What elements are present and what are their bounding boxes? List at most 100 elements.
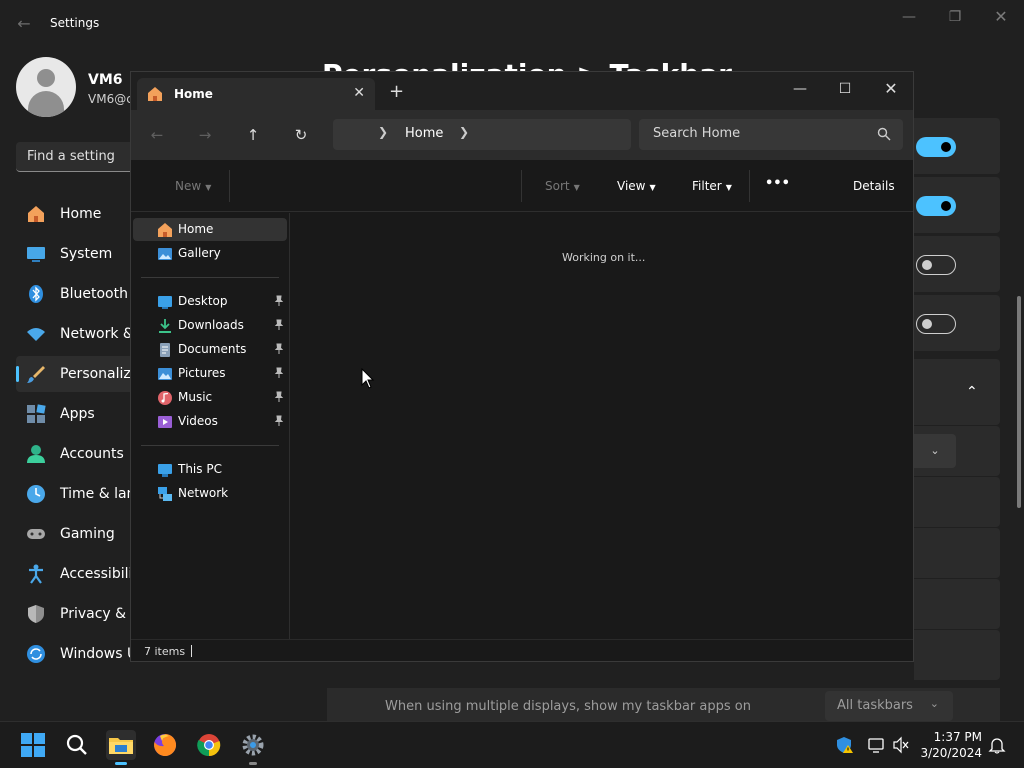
pin-icon[interactable] [273, 343, 285, 355]
nav-item-apps[interactable]: Apps [16, 396, 136, 432]
chevron-down-icon: ▼ [725, 183, 732, 192]
file-list-area[interactable]: Working on it... [290, 213, 913, 639]
divider [229, 170, 230, 202]
back-arrow-icon[interactable]: ← [14, 14, 34, 34]
sidebar-item-desktop[interactable]: Desktop [133, 290, 287, 313]
nav-item-windows-update[interactable]: Windows U [16, 636, 137, 672]
new-tab-button[interactable]: + [389, 83, 404, 101]
settings-minimize-button[interactable]: — [887, 6, 931, 28]
explorer-close-button[interactable]: ✕ [868, 74, 914, 104]
nav-item-personalization[interactable]: Personaliza [16, 356, 140, 392]
nav-item-network[interactable]: Network & [16, 316, 136, 352]
loading-message: Working on it... [562, 251, 646, 264]
desktop-icon [158, 296, 172, 309]
taskbar-settings[interactable] [238, 730, 268, 765]
details-button[interactable]: Details [853, 179, 895, 193]
nav-item-home[interactable]: Home [16, 196, 136, 232]
sidebar-item-downloads[interactable]: Downloads [133, 314, 287, 337]
nav-item-privacy[interactable]: Privacy & se [16, 596, 146, 632]
nav-item-time-language[interactable]: Time & lang [16, 476, 144, 512]
taskbar-search-button[interactable] [62, 730, 92, 760]
gamepad-icon [27, 529, 45, 539]
sidebar-item-documents[interactable]: Documents [133, 338, 287, 361]
address-bar-row: ← → ↑ ↻ ❯ Home ❯ Search Home [131, 110, 913, 160]
find-setting-input[interactable]: Find a setting [16, 142, 136, 172]
explorer-tabbar: Home ✕ + — ☐ ✕ [131, 72, 913, 110]
breadcrumb[interactable]: ❯ Home ❯ [333, 119, 631, 150]
search-icon [877, 127, 891, 141]
toggle-switch[interactable] [916, 137, 956, 157]
chevron-down-icon: ⌄ [929, 697, 939, 710]
sort-button[interactable]: Sort ▼ [545, 179, 580, 193]
toggle-switch[interactable] [916, 255, 956, 275]
avatar[interactable] [16, 57, 76, 117]
taskbar-chrome[interactable] [194, 730, 224, 760]
status-separator [191, 645, 192, 657]
chevron-down-icon: ▼ [205, 183, 212, 192]
toggle-switch[interactable] [916, 314, 956, 334]
toggle-switch[interactable] [916, 196, 956, 216]
sidebar-item-label: Gallery [178, 246, 221, 260]
pin-icon[interactable] [273, 319, 285, 331]
nav-label: Personaliza [60, 366, 140, 382]
explorer-minimize-button[interactable]: — [777, 74, 823, 104]
chevron-right-icon[interactable]: ❯ [459, 125, 469, 139]
taskbar-file-explorer[interactable] [106, 730, 136, 765]
pin-icon[interactable] [273, 367, 285, 379]
nav-item-accessibility[interactable]: Accessibility [16, 556, 146, 592]
new-label: New [175, 179, 202, 193]
file-explorer-window: Home ✕ + — ☐ ✕ ← → ↑ ↻ ❯ Home ❯ Search H… [130, 71, 914, 662]
nav-item-bluetooth[interactable]: Bluetooth & [16, 276, 143, 312]
notification-bell-icon[interactable] [988, 736, 1006, 754]
nav-label: Home [60, 206, 102, 222]
divider [521, 170, 522, 202]
settings-close-button[interactable]: ✕ [979, 6, 1023, 28]
up-arrow-icon[interactable]: ↑ [243, 125, 263, 145]
selected-indicator [16, 366, 19, 382]
refresh-icon[interactable]: ↻ [291, 125, 311, 145]
pin-icon[interactable] [273, 295, 285, 307]
taskbar-firefox[interactable] [150, 730, 180, 760]
divider [141, 277, 279, 278]
apps-icon [27, 404, 46, 423]
filter-button[interactable]: Filter ▼ [692, 179, 732, 193]
chevron-up-icon[interactable]: ⌃ [966, 384, 978, 400]
sidebar-item-videos[interactable]: Videos [133, 410, 287, 433]
settings-scrollbar[interactable] [1017, 296, 1021, 508]
sidebar-item-this-pc[interactable]: This PC [133, 458, 287, 481]
sidebar-item-music[interactable]: Music [133, 386, 287, 409]
wifi-icon [27, 328, 45, 341]
forward-arrow-icon[interactable]: → [195, 125, 215, 145]
more-options-icon[interactable]: ••• [765, 176, 790, 191]
sidebar-item-home[interactable]: Home [133, 218, 287, 241]
nav-item-accounts[interactable]: Accounts [16, 436, 136, 472]
sidebar-item-pictures[interactable]: Pictures [133, 362, 287, 385]
explorer-maximize-button[interactable]: ☐ [822, 74, 868, 104]
sidebar-item-network[interactable]: Network [133, 482, 287, 505]
nav-item-gaming[interactable]: Gaming [16, 516, 136, 552]
view-label: View [617, 179, 646, 193]
security-warning-icon[interactable] [836, 736, 854, 754]
pin-icon[interactable] [273, 391, 285, 403]
nav-item-system[interactable]: System [16, 236, 136, 272]
network-status-icon[interactable] [868, 736, 886, 754]
back-arrow-icon[interactable]: ← [147, 125, 167, 145]
view-button[interactable]: View ▼ [617, 179, 656, 193]
sidebar-item-label: Documents [178, 342, 247, 356]
start-button[interactable] [18, 730, 48, 760]
settings-restore-button[interactable]: ❐ [933, 6, 977, 28]
sidebar-item-label: Downloads [178, 318, 244, 332]
sidebar-item-gallery[interactable]: Gallery [133, 242, 287, 265]
pin-icon[interactable] [273, 415, 285, 427]
chevron-down-icon[interactable]: ⌄ [914, 434, 956, 468]
new-button[interactable]: New ▼ [175, 179, 211, 193]
volume-muted-icon[interactable] [892, 736, 910, 754]
chevron-right-icon[interactable]: ❯ [378, 125, 388, 139]
multi-display-dropdown[interactable]: All taskbars ⌄ [825, 691, 953, 721]
sidebar-item-label: Desktop [178, 294, 228, 308]
tab-home[interactable]: Home ✕ [137, 78, 375, 110]
breadcrumb-item[interactable]: Home [405, 126, 443, 141]
system-clock[interactable]: 1:37 PM 3/20/2024 [918, 729, 982, 761]
close-tab-icon[interactable]: ✕ [353, 85, 365, 101]
search-input[interactable]: Search Home [639, 119, 903, 150]
